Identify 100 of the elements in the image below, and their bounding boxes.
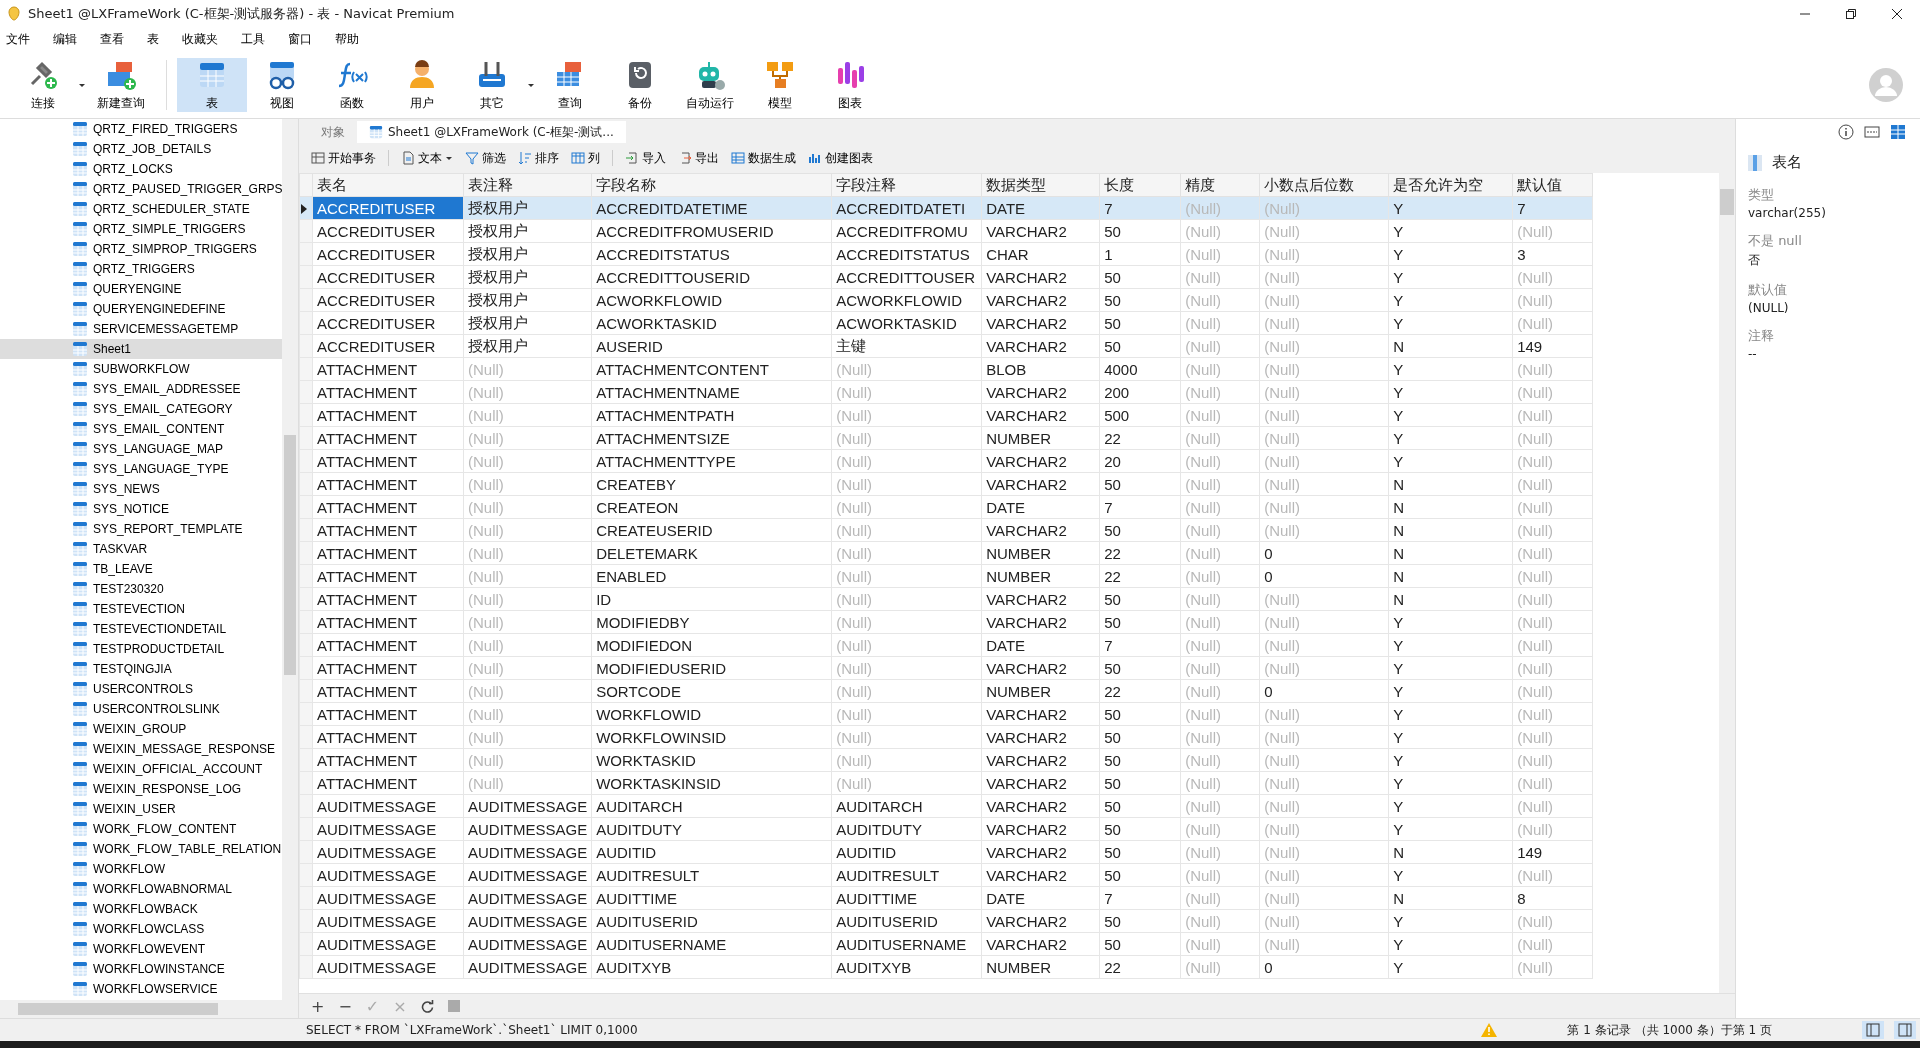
table-row[interactable]: AUDITMESSAGE AUDITMESSAGE AUDITUSERID AUDITUSERID VARCHAR2 50 (Null) (Null) Y (Null) bbox=[299, 909, 1593, 933]
sidebar-item[interactable]: SYS_LANGUAGE_MAP bbox=[0, 439, 282, 459]
record-button[interactable]: − bbox=[338, 996, 352, 1016]
column-header[interactable]: 字段名称 bbox=[591, 173, 832, 197]
toolbar-button[interactable]: 自动运行 bbox=[675, 58, 745, 112]
toolbar-button[interactable]: 连接 bbox=[8, 58, 78, 112]
menu-item[interactable]: 查看 bbox=[100, 30, 137, 48]
sidebar-item[interactable]: TESTQINGJIA bbox=[0, 659, 282, 679]
vertical-scrollbar[interactable] bbox=[282, 119, 298, 1000]
column-header[interactable]: 表名 bbox=[312, 173, 464, 197]
sidebar-item[interactable]: USERCONTROLS bbox=[0, 679, 282, 699]
sidebar-item[interactable]: WORK_FLOW_CONTENT bbox=[0, 819, 282, 839]
toolbar-button[interactable]: 图表 bbox=[815, 58, 885, 112]
panel-right-icon[interactable] bbox=[1894, 1021, 1916, 1039]
sidebar-item[interactable]: QRTZ_LOCKS bbox=[0, 159, 282, 179]
grid-toolbar-button[interactable]: 导出 bbox=[674, 147, 723, 169]
dropdown-caret-icon[interactable] bbox=[78, 81, 86, 89]
grid-toolbar-button[interactable]: 导入 bbox=[621, 147, 670, 169]
sidebar-item[interactable]: WORKFLOWINSTANCE bbox=[0, 959, 282, 979]
sidebar-item[interactable]: WEIXIN_GROUP bbox=[0, 719, 282, 739]
table-row[interactable]: AUDITMESSAGE AUDITMESSAGE AUDITRESULT AUDITRESULT VARCHAR2 50 (Null) (Null) Y (Null) bbox=[299, 863, 1593, 887]
table-row[interactable]: AUDITMESSAGE AUDITMESSAGE AUDITDUTY AUDITDUTY VARCHAR2 50 (Null) (Null) Y (Null) bbox=[299, 817, 1593, 841]
column-header[interactable]: 小数点后位数 bbox=[1259, 173, 1389, 197]
sidebar-item[interactable]: TEST230320 bbox=[0, 579, 282, 599]
table-row[interactable]: ATTACHMENT (Null) DELETEMARK (Null) NUMBER 22 (Null) 0 N (Null) bbox=[299, 541, 1593, 565]
sidebar-item[interactable]: SYS_NOTICE bbox=[0, 499, 282, 519]
sidebar-item[interactable]: SYS_REPORT_TEMPLATE bbox=[0, 519, 282, 539]
sidebar-item[interactable]: SYS_EMAIL_ADDRESSEE bbox=[0, 379, 282, 399]
grid-toolbar-button[interactable]: 开始事务 bbox=[307, 147, 380, 169]
table-row[interactable]: ATTACHMENT (Null) ATTACHMENTSIZE (Null) NUMBER 22 (Null) (Null) Y (Null) bbox=[299, 426, 1593, 450]
vertical-scrollbar[interactable] bbox=[1719, 173, 1735, 993]
toolbar-button[interactable]: 查询 bbox=[535, 58, 605, 112]
sidebar-item[interactable]: TB_LEAVE bbox=[0, 559, 282, 579]
sidebar-item[interactable]: QRTZ_SIMPROP_TRIGGERS bbox=[0, 239, 282, 259]
sidebar-item[interactable]: SYS_EMAIL_CATEGORY bbox=[0, 399, 282, 419]
table-row[interactable]: ATTACHMENT (Null) CREATEBY (Null) VARCHAR2 50 (Null) (Null) N (Null) bbox=[299, 472, 1593, 496]
sidebar-item[interactable]: WORKFLOWEVENT bbox=[0, 939, 282, 959]
sidebar-item[interactable]: QRTZ_PAUSED_TRIGGER_GRPS bbox=[0, 179, 282, 199]
menu-item[interactable]: 编辑 bbox=[53, 30, 90, 48]
table-row[interactable]: AUDITMESSAGE AUDITMESSAGE AUDITTIME AUDITTIME DATE 7 (Null) (Null) N 8 bbox=[299, 886, 1593, 910]
table-row[interactable]: ACCREDITUSER 授权用户 ACCREDITDATETIME ACCREDITDATETI DATE 7 (Null) (Null) Y 7 bbox=[299, 196, 1593, 220]
table-row[interactable]: ATTACHMENT (Null) ATTACHMENTPATH (Null) VARCHAR2 500 (Null) (Null) Y (Null) bbox=[299, 403, 1593, 427]
menu-item[interactable]: 表 bbox=[147, 30, 172, 48]
sidebar-item[interactable]: SUBWORKFLOW bbox=[0, 359, 282, 379]
warning-icon[interactable] bbox=[1481, 1023, 1498, 1037]
table-row[interactable]: ACCREDITUSER 授权用户 ACWORKTASKID ACWORKTASKID VARCHAR2 50 (Null) (Null) Y (Null) bbox=[299, 311, 1593, 335]
table-row[interactable]: ATTACHMENT (Null) MODIFIEDUSERID (Null) VARCHAR2 50 (Null) (Null) Y (Null) bbox=[299, 656, 1593, 680]
code-icon[interactable] bbox=[1864, 124, 1880, 140]
sidebar-item[interactable]: WORKFLOWABNORMAL bbox=[0, 879, 282, 899]
sidebar-item[interactable]: WEIXIN_OFFICIAL_ACCOUNT bbox=[0, 759, 282, 779]
column-header[interactable]: 长度 bbox=[1099, 173, 1181, 197]
table-row[interactable]: ACCREDITUSER 授权用户 ACCREDITFROMUSERID ACCREDITFROMU VARCHAR2 50 (Null) (Null) Y (Null) bbox=[299, 219, 1593, 243]
table-row[interactable]: ATTACHMENT (Null) SORTCODE (Null) NUMBER 22 (Null) 0 Y (Null) bbox=[299, 679, 1593, 703]
table-row[interactable]: AUDITMESSAGE AUDITMESSAGE AUDITARCH AUDITARCH VARCHAR2 50 (Null) (Null) Y (Null) bbox=[299, 794, 1593, 818]
table-row[interactable]: AUDITMESSAGE AUDITMESSAGE AUDITXYB AUDITXYB NUMBER 22 (Null) 0 Y (Null) bbox=[299, 955, 1593, 979]
table-row[interactable]: ATTACHMENT (Null) WORKTASKID (Null) VARCHAR2 50 (Null) (Null) Y (Null) bbox=[299, 748, 1593, 772]
sidebar-item[interactable]: QRTZ_TRIGGERS bbox=[0, 259, 282, 279]
sidebar-item[interactable]: WEIXIN_RESPONSE_LOG bbox=[0, 779, 282, 799]
table-row[interactable]: ATTACHMENT (Null) WORKFLOWID (Null) VARCHAR2 50 (Null) (Null) Y (Null) bbox=[299, 702, 1593, 726]
sidebar-item[interactable]: QRTZ_FIRED_TRIGGERS bbox=[0, 119, 282, 139]
toolbar-button[interactable]: 视图 bbox=[247, 58, 317, 112]
sidebar-item[interactable]: SERVICEMESSAGETEMP bbox=[0, 319, 282, 339]
table-row[interactable]: ATTACHMENT (Null) MODIFIEDBY (Null) VARCHAR2 50 (Null) (Null) Y (Null) bbox=[299, 610, 1593, 634]
table-row[interactable]: ATTACHMENT (Null) ATTACHMENTTYPE (Null) VARCHAR2 20 (Null) (Null) Y (Null) bbox=[299, 449, 1593, 473]
sidebar-item[interactable]: WORKFLOWBACK bbox=[0, 899, 282, 919]
record-button[interactable]: + bbox=[311, 996, 325, 1016]
column-header[interactable]: 数据类型 bbox=[981, 173, 1100, 197]
sidebar-item[interactable]: TASKVAR bbox=[0, 539, 282, 559]
grid-toolbar-button[interactable]: 排序 bbox=[514, 147, 563, 169]
grid-toolbar-button[interactable]: 创建图表 bbox=[804, 147, 877, 169]
table-row[interactable]: AUDITMESSAGE AUDITMESSAGE AUDITID AUDITID VARCHAR2 50 (Null) (Null) N 149 bbox=[299, 840, 1593, 864]
sidebar-item[interactable]: QUERYENGINEDEFINE bbox=[0, 299, 282, 319]
table-row[interactable]: ATTACHMENT (Null) ENABLED (Null) NUMBER 22 (Null) 0 N (Null) bbox=[299, 564, 1593, 588]
grid-toolbar-button[interactable]: 筛选 bbox=[461, 147, 510, 169]
refresh-icon[interactable] bbox=[420, 999, 434, 1013]
column-header[interactable]: 默认值 bbox=[1512, 173, 1593, 197]
table-row[interactable]: ACCREDITUSER 授权用户 ACCREDITSTATUS ACCREDITSTATUS CHAR 1 (Null) (Null) Y 3 bbox=[299, 242, 1593, 266]
table-row[interactable]: ATTACHMENT (Null) WORKFLOWINSID (Null) VARCHAR2 50 (Null) (Null) Y (Null) bbox=[299, 725, 1593, 749]
table-row[interactable]: ATTACHMENT (Null) ATTACHMENTNAME (Null) VARCHAR2 200 (Null) (Null) Y (Null) bbox=[299, 380, 1593, 404]
table-row[interactable]: ATTACHMENT (Null) ID (Null) VARCHAR2 50 (Null) (Null) N (Null) bbox=[299, 587, 1593, 611]
toolbar-button[interactable]: 其它 bbox=[457, 58, 527, 112]
table-row[interactable]: ACCREDITUSER 授权用户 AUSERID 主键 VARCHAR2 50 (Null) (Null) N 149 bbox=[299, 334, 1593, 358]
info-icon[interactable] bbox=[1838, 124, 1854, 140]
menu-item[interactable]: 收藏夹 bbox=[182, 30, 231, 48]
toolbar-button[interactable]: 函数 bbox=[317, 58, 387, 112]
toolbar-button[interactable]: 用户 bbox=[387, 58, 457, 112]
avatar-icon[interactable] bbox=[1868, 67, 1904, 103]
stop-icon[interactable] bbox=[447, 1000, 460, 1012]
table-row[interactable]: ATTACHMENT (Null) ATTACHMENTCONTENT (Null) BLOB 4000 (Null) (Null) Y (Null) bbox=[299, 357, 1593, 381]
sidebar-item[interactable]: TESTEVECTION bbox=[0, 599, 282, 619]
table-row[interactable]: ATTACHMENT (Null) CREATEON (Null) DATE 7 (Null) (Null) N (Null) bbox=[299, 495, 1593, 519]
tab[interactable]: 对象 bbox=[309, 121, 357, 143]
sidebar-item[interactable]: SYS_EMAIL_CONTENT bbox=[0, 419, 282, 439]
grid-toolbar-button[interactable]: 数据生成 bbox=[727, 147, 800, 169]
panel-left-icon[interactable] bbox=[1862, 1021, 1884, 1039]
menu-item[interactable]: 窗口 bbox=[288, 30, 325, 48]
horizontal-scrollbar[interactable] bbox=[0, 1000, 298, 1018]
sidebar-item[interactable]: WEIXIN_USER bbox=[0, 799, 282, 819]
toolbar-button[interactable]: 模型 bbox=[745, 58, 815, 112]
column-header[interactable]: 表注释 bbox=[463, 173, 592, 197]
